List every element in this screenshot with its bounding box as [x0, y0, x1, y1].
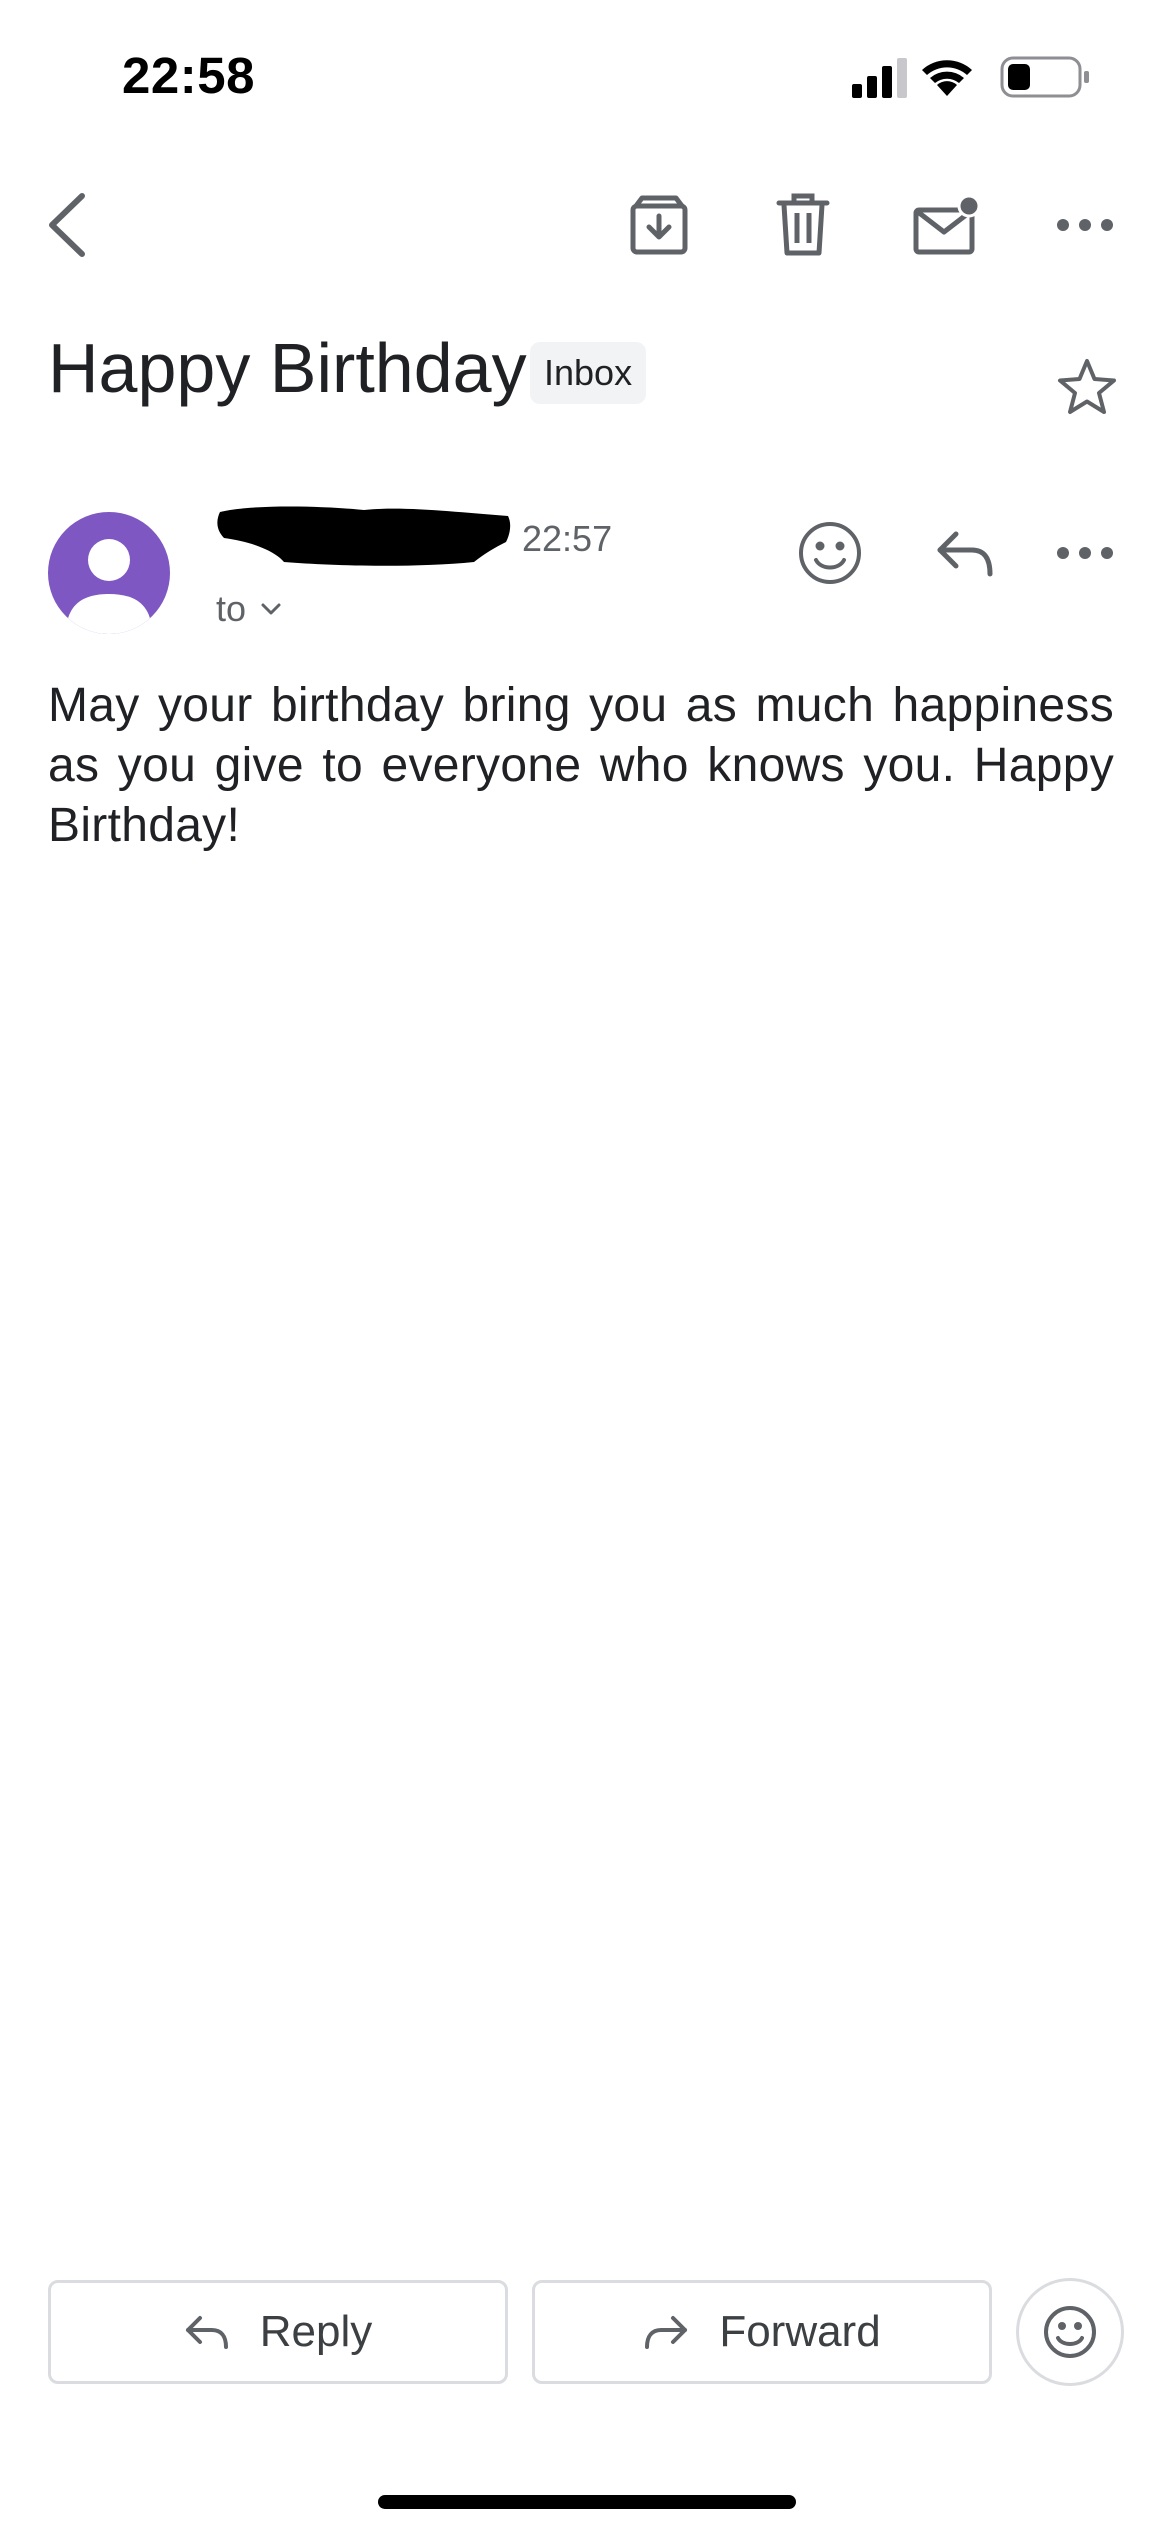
delete-button[interactable]: [758, 180, 848, 270]
sender-avatar[interactable]: [48, 512, 170, 634]
status-time: 22:58: [122, 47, 255, 104]
reply-icon: [185, 2316, 228, 2349]
archive-button[interactable]: [614, 180, 704, 270]
star-button[interactable]: [1042, 342, 1132, 432]
star-icon: [1058, 359, 1116, 414]
reply-button[interactable]: Reply: [48, 2280, 508, 2384]
status-icons: [852, 52, 1102, 102]
message-more-button[interactable]: [1040, 508, 1130, 598]
email-body: May your birthday bring you as much happ…: [48, 679, 1114, 852]
to-label: to: [216, 588, 247, 629]
forward-icon: [645, 2316, 688, 2349]
signal-wifi-battery-icons: [852, 56, 1089, 98]
chevron-down-icon: [261, 603, 281, 615]
chevron-left-icon: [49, 193, 85, 257]
more-options-button[interactable]: [1040, 180, 1130, 270]
message-time: 22:57: [522, 518, 613, 559]
person-icon: [66, 539, 152, 634]
forward-button[interactable]: Forward: [532, 2280, 992, 2384]
emoji-icon: [799, 522, 861, 584]
inbox-label-chip[interactable]: Inbox: [530, 342, 647, 404]
redacted-sender-name: [214, 502, 514, 574]
home-indicator[interactable]: [378, 2495, 796, 2509]
email-subject: Happy Birthday: [48, 329, 527, 407]
more-horizontal-icon: [1057, 219, 1113, 231]
forward-label: Forward: [719, 2307, 881, 2356]
add-reaction-button[interactable]: [785, 508, 875, 598]
trash-icon: [776, 193, 830, 256]
reply-icon-button[interactable]: [920, 508, 1010, 598]
back-button[interactable]: [22, 180, 112, 270]
react-emoji-button[interactable]: [1016, 2278, 1124, 2386]
archive-icon: [630, 195, 688, 255]
mail-unread-icon: [913, 194, 981, 255]
emoji-icon: [1044, 2306, 1096, 2358]
recipients-toggle[interactable]: to: [216, 588, 282, 630]
reply-icon: [937, 531, 993, 577]
reply-label: Reply: [259, 2307, 373, 2356]
more-horizontal-icon: [1057, 547, 1113, 559]
mark-unread-button[interactable]: [902, 180, 992, 270]
